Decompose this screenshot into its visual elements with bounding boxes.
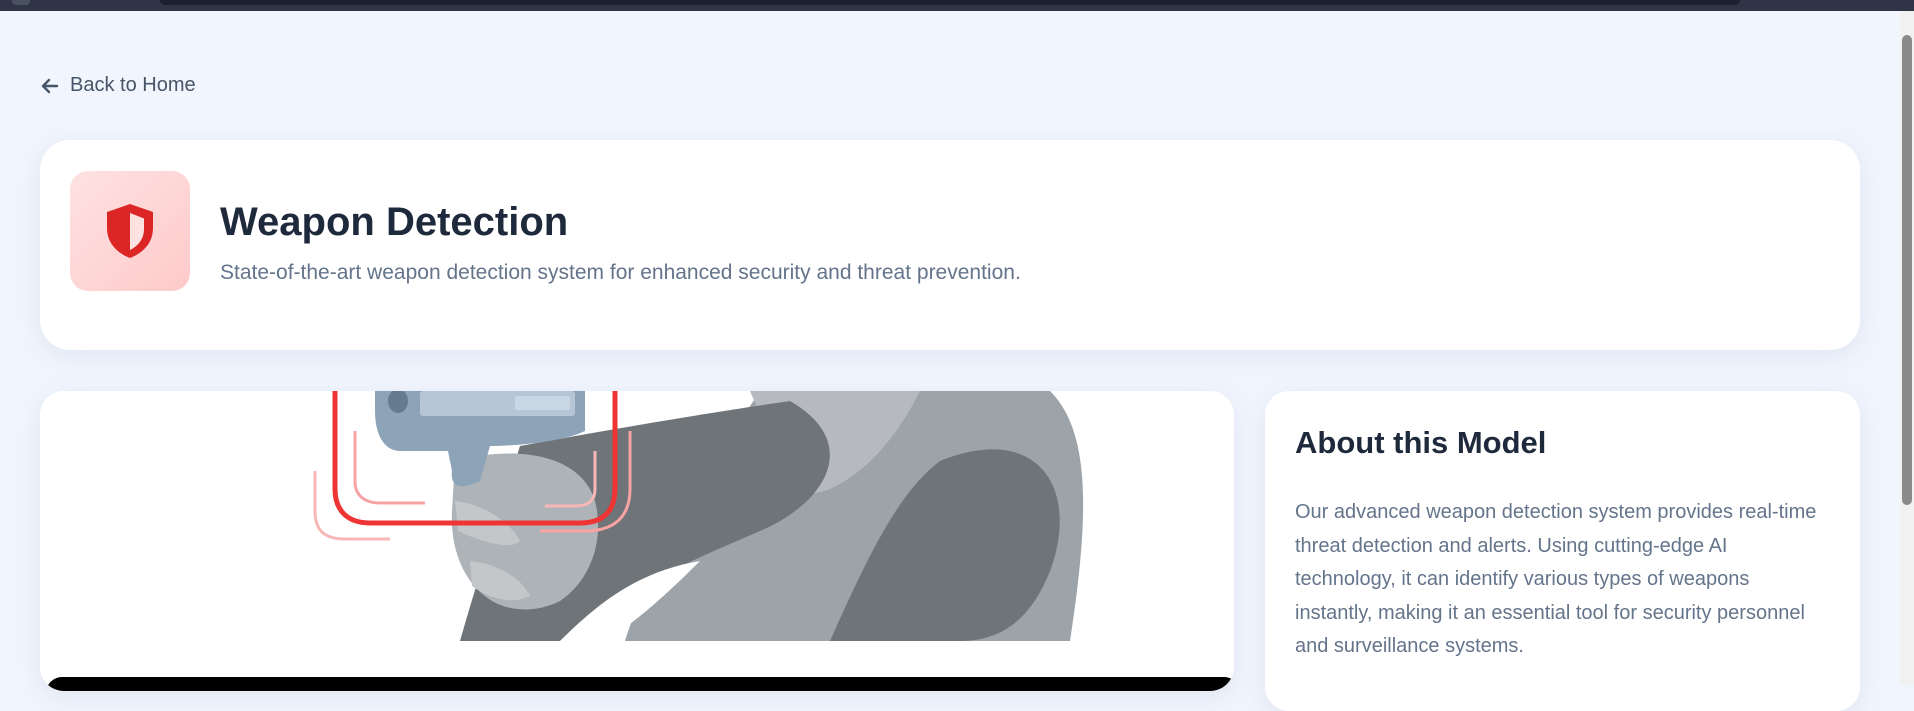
shield-icon	[107, 204, 153, 258]
page-subtitle: State-of-the-art weapon detection system…	[220, 261, 1021, 284]
page-scrollbar[interactable]	[1900, 11, 1914, 685]
about-description: Our advanced weapon detection system pro…	[1295, 501, 1817, 657]
model-header-card: Weapon Detection State-of-the-art weapon…	[40, 140, 1860, 350]
browser-tab-strip	[160, 0, 1740, 5]
browser-top-bar	[0, 0, 1914, 11]
model-icon-tile	[70, 171, 190, 291]
back-link-label: Back to Home	[70, 74, 196, 96]
browser-tab-edge	[12, 0, 30, 5]
back-to-home-link[interactable]: Back to Home	[40, 74, 196, 97]
about-model-card: About this Model Our advanced weapon det…	[1265, 391, 1860, 711]
arrow-left-icon	[41, 78, 59, 93]
about-title: About this Model	[1295, 425, 1547, 460]
page-title: Weapon Detection	[220, 200, 569, 244]
scrollbar-thumb[interactable]	[1902, 35, 1912, 505]
weapon-detection-illustration	[313, 391, 1084, 641]
video-player-area[interactable]	[46, 677, 1234, 691]
model-preview-card	[40, 391, 1234, 691]
